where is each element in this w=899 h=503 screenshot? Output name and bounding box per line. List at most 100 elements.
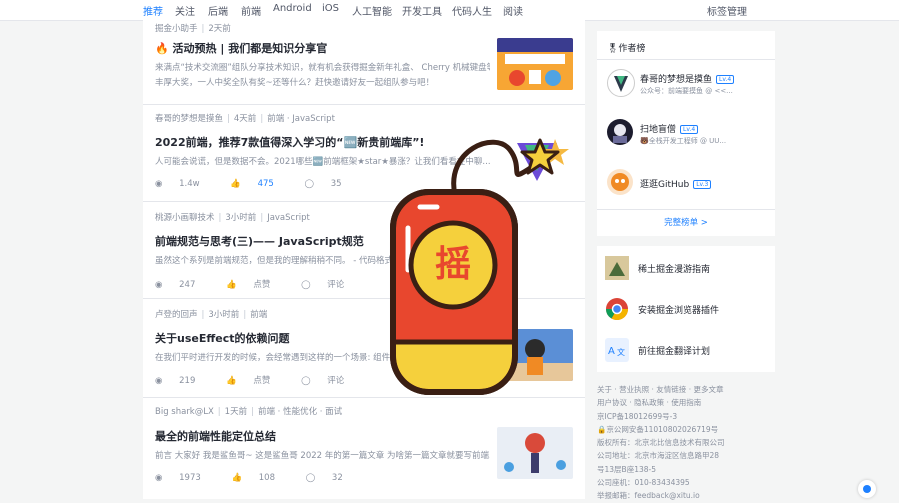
author-desc: 🐻全栈开发工程师 @ UU... (640, 137, 727, 145)
thumb-up-icon: 👍 (230, 179, 241, 189)
article-tags[interactable]: 前端 (250, 310, 267, 320)
footer-phone: 公司座机：010-83434395 (597, 478, 690, 488)
tab-ios[interactable]: iOS (322, 3, 339, 14)
footer-icp[interactable]: 京ICP备18012699号-3 (597, 410, 777, 423)
view-count: ◉ 219 (155, 376, 196, 386)
tab-ai[interactable]: 人工智能 (352, 3, 392, 18)
author-name[interactable]: 扫地盲僧 Lv.4 (640, 122, 699, 135)
author-name[interactable]: 掘金小助手 (155, 24, 198, 34)
article-tags[interactable]: JavaScript (267, 213, 310, 223)
publish-time: 2天前 (208, 24, 231, 34)
top-nav: 推荐 关注 后端 前端 Android iOS 人工智能 开发工具 代码人生 阅… (0, 0, 899, 21)
thumb-up-icon: 👍 (226, 376, 237, 386)
eye-icon: ◉ (155, 179, 163, 189)
author-item[interactable]: 春哥的梦想是摸鱼 Lv.4 公众号：前端要摸鱼 @ <<... (607, 69, 767, 101)
like-button[interactable]: 👍 108 (231, 473, 289, 483)
level-badge: Lv.4 (716, 75, 735, 84)
view-count: ◉ 1973 (155, 473, 201, 483)
help-floating-button[interactable] (858, 480, 876, 498)
article-item[interactable]: 掘金小助手 | 2天前 🔥 活动预热 | 我们都是知识分享官 来满点“技术交流圈”组… (143, 20, 585, 105)
comment-button[interactable]: ◯ 32 (306, 473, 357, 483)
article-tags[interactable]: 前端 · 性能优化 · 面试 (258, 407, 342, 417)
article-stats: ◉ 219 👍 点赞 ◯ 评论 (155, 374, 372, 386)
publish-time: 3小时前 (225, 213, 257, 223)
tab-code-life[interactable]: 代码人生 (452, 3, 492, 18)
author-item[interactable]: 逛逛GitHub Lv.3 (607, 169, 767, 201)
level-badge: Lv.3 (693, 180, 712, 189)
author-name[interactable]: 卢登的回声 (155, 310, 198, 320)
footer-address: 公司地址：北京市海淀区信息路甲28号13层B座138-5 (597, 451, 720, 474)
translate-icon: A文 (605, 338, 629, 362)
tab-recommend[interactable]: 推荐 (143, 3, 163, 18)
tab-backend[interactable]: 后端 (208, 3, 228, 18)
tag-manage-link[interactable]: 标签管理 (707, 3, 747, 18)
avatar[interactable] (607, 69, 635, 97)
link-translation-plan[interactable]: A文 前往掘金翻译计划 (605, 338, 765, 364)
article-abstract: 来满点“技术交流圈”组队分享技术知识，就有机会获得掘金新年礼盒、 Cherry … (155, 63, 490, 88)
comment-button[interactable]: ◯ 35 (305, 179, 356, 189)
like-button[interactable]: 👍 点赞 (226, 376, 284, 386)
article-item[interactable]: Big shark@LX | 1天前 | 前端 · 性能优化 · 面试 最全的前端性能定… (143, 398, 585, 498)
author-rank-card: 🎖作者榜 春哥的梦想是摸鱼 Lv.4 公众号：前端要摸鱼 @ <<... 扫地盲僧… (597, 31, 775, 236)
view-count: ◉ 247 (155, 280, 196, 290)
level-badge: Lv.4 (680, 125, 699, 134)
eye-icon: ◉ (155, 473, 163, 483)
article-thumbnail[interactable] (497, 38, 573, 90)
article-meta: Big shark@LX | 1天前 | 前端 · 性能优化 · 面试 (155, 407, 343, 417)
tab-android[interactable]: Android (273, 3, 312, 14)
article-thumbnail[interactable] (497, 427, 573, 479)
article-title[interactable]: 前端规范与思考(三)—— JavaScript规范 (155, 233, 364, 249)
footer-policy[interactable]: 用户协议 · 隐私政策 · 使用指南 (597, 396, 777, 409)
eye-icon: ◉ (155, 280, 163, 290)
article-meta: 卢登的回声 | 3小时前 | 前端 (155, 310, 268, 320)
article-meta: 春哥的梦想是摸鱼 | 4天前 | 前端 · JavaScript (155, 114, 335, 124)
footer-email: 举报邮箱：feedback@xitu.io (597, 491, 700, 501)
comment-icon: ◯ (301, 280, 311, 290)
author-name[interactable]: 春哥的梦想是摸鱼 (155, 114, 223, 124)
article-stats: ◉ 1.4w 👍 475 ◯ 35 (155, 179, 370, 189)
author-desc: 公众号：前端要摸鱼 @ <<... (640, 87, 733, 95)
tab-devtools[interactable]: 开发工具 (402, 3, 442, 18)
tab-reading[interactable]: 阅读 (503, 3, 523, 18)
red-packet-char: 摇 (434, 244, 471, 285)
comment-icon: ◯ (305, 473, 316, 483)
author-name[interactable]: 桃源小画聊技术 (155, 213, 215, 223)
svg-text:A: A (608, 346, 615, 357)
author-item[interactable]: 扫地盲僧 Lv.4 🐻全栈开发工程师 @ UU... (607, 119, 767, 151)
guide-icon (605, 256, 629, 280)
tab-frontend[interactable]: 前端 (241, 3, 261, 18)
avatar[interactable] (607, 169, 633, 195)
author-name[interactable]: Big shark@LX (155, 407, 214, 417)
link-browser-extension[interactable]: 安装掘金浏览器插件 (605, 297, 765, 323)
author-name[interactable]: 春哥的梦想是摸鱼 Lv.4 (640, 72, 735, 85)
author-rank-title: 🎖作者榜 (607, 44, 646, 54)
comment-button[interactable]: ◯ 评论 (301, 376, 358, 386)
footer-police[interactable]: 🔒京公网安备11010802026719号 (597, 423, 777, 436)
article-meta: 桃源小画聊技术 | 3小时前 | JavaScript (155, 213, 310, 223)
comment-icon: ◯ (301, 376, 311, 386)
full-ranking-link[interactable]: 完整榜单 > (597, 216, 775, 228)
article-title[interactable]: 最全的前端性能定位总结 (155, 428, 276, 444)
article-tags[interactable]: 前端 · JavaScript (267, 114, 335, 124)
red-packet-mouse-overlay[interactable]: 摇 (385, 130, 560, 400)
link-juejin-guide[interactable]: 稀土掘金漫游指南 (605, 256, 765, 282)
thumb-up-icon: 👍 (231, 473, 243, 483)
tab-follow[interactable]: 关注 (175, 3, 195, 18)
comment-button[interactable]: ◯ 评论 (301, 280, 358, 290)
footer-copyright: 版权所有：北京北比信息技术有限公司 (597, 438, 725, 448)
publish-time: 1天前 (224, 407, 248, 417)
footer-links[interactable]: 关于 · 营业执照 · 友情链接 · 更多文章 (597, 383, 777, 396)
article-title[interactable]: 关于useEffect的依赖问题 (155, 330, 290, 346)
avatar[interactable] (607, 119, 633, 145)
thumb-up-icon: 👍 (226, 280, 237, 290)
like-button[interactable]: 👍 点赞 (226, 280, 284, 290)
article-stats: ◉ 247 👍 点赞 ◯ 评论 (155, 278, 372, 290)
like-button[interactable]: 👍 475 (230, 179, 288, 189)
view-count: ◉ 1.4w (155, 179, 200, 189)
article-title[interactable]: 🔥 活动预热 | 我们都是知识分享官 (155, 40, 327, 56)
article-meta: 掘金小助手 | 2天前 (155, 24, 231, 34)
publish-time: 3小时前 (208, 310, 240, 320)
author-name[interactable]: 逛逛GitHub Lv.3 (640, 177, 712, 190)
chrome-icon (605, 297, 629, 321)
article-abstract: 前言 大家好 我是鲨鱼哥~ 这是鲨鱼哥 2022 年的第一篇文章 为啥第一篇文章… (155, 451, 490, 461)
